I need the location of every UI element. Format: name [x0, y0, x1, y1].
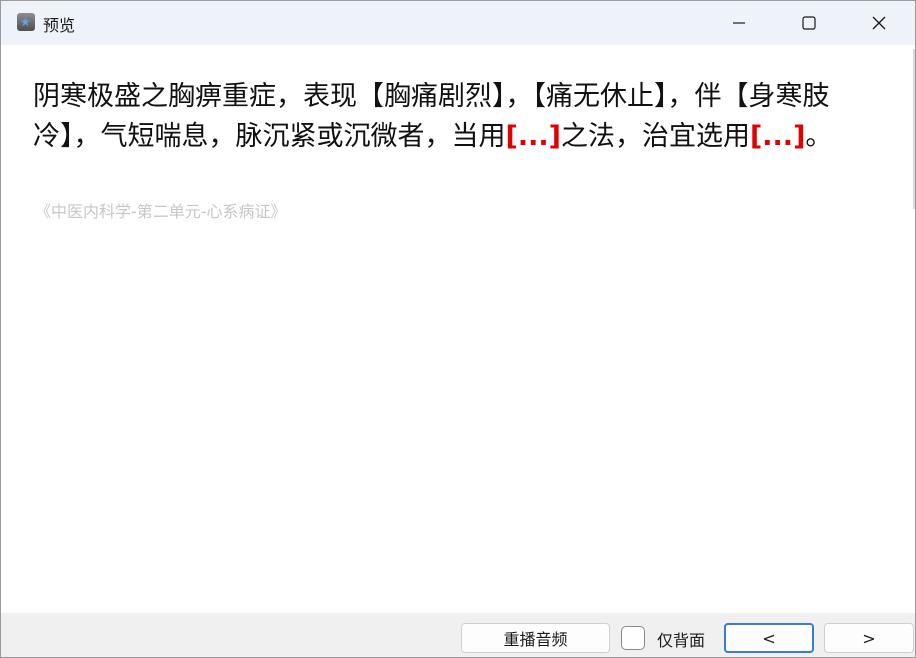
source-reference: 《中医内科学-第二单元-心系病证》 — [35, 202, 287, 221]
window-title: 预览 — [43, 16, 76, 35]
close-button[interactable] — [844, 1, 914, 45]
question-segment: 。 — [805, 121, 833, 152]
close-icon — [872, 16, 886, 30]
bottom-toolbar: 重播音频 仅背面 < > — [1, 613, 915, 657]
back-only-label: 仅背面 — [657, 631, 706, 650]
star-app-icon: ★ — [17, 13, 35, 31]
question-segment: 之法，治宜选用 — [560, 121, 750, 152]
star-icon: ★ — [20, 15, 31, 29]
cloze-blank: [...] — [505, 121, 561, 152]
title-bar[interactable]: ★ 预览 — [1, 1, 915, 45]
back-only-checkbox[interactable] — [621, 626, 645, 650]
prev-card-button[interactable]: < — [724, 623, 814, 653]
cloze-blank: [...] — [749, 121, 806, 152]
maximize-button[interactable] — [774, 1, 844, 45]
card-preview-area: 阴寒极盛之胸痹重症，表现【胸痛剧烈】，【痛无休止】，伴【身寒肢冷】，气短喘息，脉… — [1, 45, 915, 613]
minimize-button[interactable] — [704, 1, 774, 45]
maximize-icon — [802, 16, 816, 30]
minimize-icon — [733, 22, 745, 24]
next-card-button[interactable]: > — [824, 623, 914, 653]
preview-window: ★ 预览 阴寒极盛之胸痹重症，表现【胸痛剧烈】，【痛无休止】，伴【身寒肢冷】，气… — [0, 0, 916, 658]
replay-audio-button[interactable]: 重播音频 — [461, 623, 610, 653]
question-text: 阴寒极盛之胸痹重症，表现【胸痛剧烈】，【痛无休止】，伴【身寒肢冷】，气短喘息，脉… — [33, 77, 869, 157]
scrollbar-edge — [913, 49, 915, 209]
